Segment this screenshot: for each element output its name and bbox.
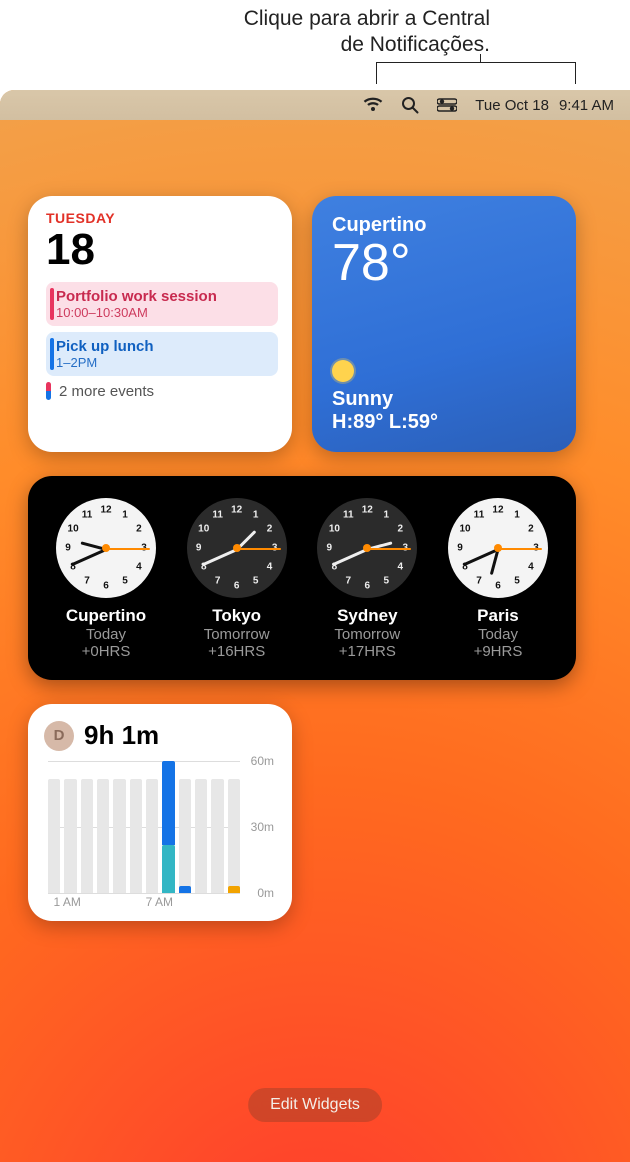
clock-face: 123456789101112	[317, 498, 417, 598]
chart-bar	[162, 761, 174, 893]
worldclock-item: 123456789101112 SydneyTomorrow+17HRS	[307, 498, 427, 660]
worldclock-day: Tomorrow	[307, 626, 427, 643]
calendar-event[interactable]: Pick up lunch1–2PM	[46, 332, 278, 376]
screentime-avatar: D	[44, 721, 74, 751]
chart-bar	[97, 779, 109, 893]
worldclock-day: Tomorrow	[177, 626, 297, 643]
worldclock-item: 123456789101112 TokyoTomorrow+16HRS	[177, 498, 297, 660]
event-time: 1–2PM	[56, 355, 270, 370]
chart-ylabel: 60m	[251, 754, 274, 768]
worldclock-widget[interactable]: 123456789101112CupertinoToday+0HRS123456…	[28, 476, 576, 680]
event-title: Portfolio work session	[56, 288, 270, 305]
weather-temp: 78°	[332, 237, 556, 289]
more-indicator-icon	[46, 382, 51, 400]
calendar-dayname: TUESDAY	[46, 210, 278, 226]
screentime-total: 9h 1m	[84, 720, 159, 751]
worldclock-day: Today	[438, 626, 558, 643]
menubar: Tue Oct 18 9:41 AM	[0, 90, 630, 120]
event-title: Pick up lunch	[56, 338, 270, 355]
sun-icon	[332, 360, 354, 382]
screentime-widget[interactable]: D 9h 1m 60m 30m 0m 1 AM 7 AM	[28, 704, 292, 921]
callout-text: Clique para abrir a Central de Notificaç…	[244, 6, 490, 58]
chart-bar	[113, 779, 125, 893]
worldclock-city: Paris	[438, 606, 558, 626]
menubar-date: Tue Oct 18	[475, 97, 549, 114]
clock-face: 123456789101112	[56, 498, 156, 598]
worldclock-offset: +0HRS	[46, 643, 166, 660]
worldclock-offset: +17HRS	[307, 643, 427, 660]
worldclock-item: 123456789101112 ParisToday+9HRS	[438, 498, 558, 660]
event-time: 10:00–10:30AM	[56, 305, 270, 320]
control-center-icon[interactable]	[437, 98, 457, 112]
worldclock-city: Sydney	[307, 606, 427, 626]
chart-bar	[81, 779, 93, 893]
chart-bar	[228, 779, 240, 893]
weather-widget[interactable]: Cupertino 78° Sunny H:89° L:59°	[312, 196, 576, 452]
callout-annotation: Clique para abrir a Central de Notificaç…	[0, 0, 630, 90]
chart-ylabel: 30m	[251, 820, 274, 834]
chart-xlabel: 7 AM	[146, 895, 173, 909]
calendar-more: 2 more events	[46, 382, 278, 400]
chart-bar	[48, 779, 60, 893]
worldclock-offset: +16HRS	[177, 643, 297, 660]
chart-ylabel: 0m	[257, 886, 274, 900]
chart-bar	[64, 779, 76, 893]
clock-face: 123456789101112	[448, 498, 548, 598]
chart-xlabel: 1 AM	[54, 895, 81, 909]
chart-bar	[146, 779, 158, 893]
chart-bar	[130, 779, 142, 893]
wifi-icon[interactable]	[363, 97, 383, 113]
calendar-daynum: 18	[46, 228, 278, 272]
clock-face: 123456789101112	[187, 498, 287, 598]
edit-widgets-button[interactable]: Edit Widgets	[248, 1088, 382, 1122]
weather-hilo: H:89° L:59°	[332, 411, 556, 434]
screentime-chart: 60m30m0m 1 AM7 AM	[44, 761, 278, 911]
desktop: Tue Oct 18 9:41 AM TUESDAY 18 Portfolio …	[0, 90, 630, 1162]
chart-bar	[179, 779, 191, 893]
menubar-time: 9:41 AM	[559, 97, 614, 114]
worldclock-offset: +9HRS	[438, 643, 558, 660]
weather-condition: Sunny	[332, 388, 556, 411]
worldclock-city: Tokyo	[177, 606, 297, 626]
calendar-widget[interactable]: TUESDAY 18 Portfolio work session10:00–1…	[28, 196, 292, 452]
worldclock-day: Today	[46, 626, 166, 643]
chart-bar	[195, 779, 207, 893]
worldclock-item: 123456789101112 CupertinoToday+0HRS	[46, 498, 166, 660]
calendar-event[interactable]: Portfolio work session10:00–10:30AM	[46, 282, 278, 326]
worldclock-city: Cupertino	[46, 606, 166, 626]
menubar-clock[interactable]: Tue Oct 18 9:41 AM	[475, 97, 614, 114]
chart-bar	[211, 779, 223, 893]
spotlight-icon[interactable]	[401, 96, 419, 114]
